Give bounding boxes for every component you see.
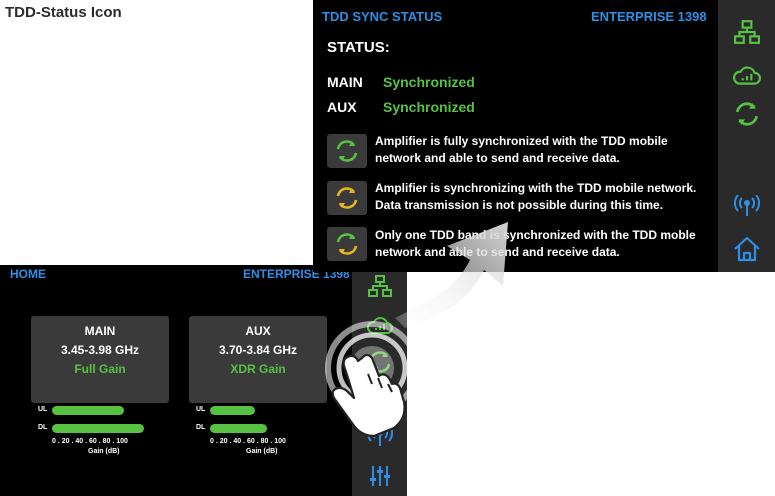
legend-line: Only one TDD band is synchronized with t… — [375, 228, 696, 242]
home-title: HOME — [10, 267, 46, 281]
main-band-card[interactable]: MAIN 3.45-3.98 GHz Full Gain — [31, 316, 169, 403]
legend-description: Amplifier is fully synchronized with the… — [375, 133, 715, 167]
dl-label: DL — [196, 424, 206, 431]
sync-ok-icon-box — [327, 134, 367, 168]
legend-description: Only one TDD band is synchronized with t… — [375, 227, 715, 261]
sliders-icon[interactable] — [369, 465, 391, 487]
partial-sync-icon — [336, 233, 358, 255]
network-icon[interactable] — [367, 275, 392, 297]
status-key-aux: AUX — [327, 99, 357, 115]
band-name: AUX — [245, 324, 271, 338]
ul-label: UL — [38, 406, 48, 413]
status-value-main: Synchronized — [383, 74, 475, 90]
band-frequency: 3.45-3.98 GHz — [60, 343, 140, 357]
antenna-icon[interactable] — [733, 195, 760, 217]
aux-band-card[interactable]: AUX 3.70-3.84 GHz XDR Gain — [189, 316, 327, 403]
gain-unit: Gain (dB) — [246, 448, 278, 455]
tdd-sync-screen: TDD SYNC STATUS ENTERPRISE 1398 STATUS: … — [313, 0, 775, 272]
home-icon[interactable] — [733, 236, 761, 262]
band-gain: XDR Gain — [230, 362, 286, 376]
legend-line: Data transmission is not possible during… — [375, 198, 664, 212]
dl-gain-bar — [210, 424, 267, 433]
syncing-icon-box — [327, 181, 367, 215]
ul-gain-bar — [210, 406, 255, 415]
legend-description: Amplifier is synchronizing with the TDD … — [375, 180, 715, 214]
network-icon[interactable] — [733, 20, 760, 44]
legend-line: network and able to send and receive dat… — [375, 151, 620, 165]
gain-scale: 0 . 20 . 40 . 60 . 80 . 100 — [210, 438, 286, 445]
device-name: ENTERPRISE 1398 — [591, 9, 707, 24]
sync-icon[interactable] — [733, 100, 761, 128]
partial-sync-icon-box — [327, 227, 367, 261]
legend-line: network and able to send and receive dat… — [375, 245, 620, 259]
gain-unit: Gain (dB) — [88, 448, 120, 455]
page-title: TDD-Status Icon — [5, 4, 122, 21]
cloud-signal-icon[interactable] — [732, 64, 761, 86]
tap-gesture-icon — [325, 321, 412, 438]
legend-line: Amplifier is synchronizing with the TDD … — [375, 181, 697, 195]
status-key-main: MAIN — [327, 74, 363, 90]
ul-label: UL — [196, 406, 206, 413]
syncing-icon — [336, 187, 358, 209]
gain-scale: 0 . 20 . 40 . 60 . 80 . 100 — [52, 438, 128, 445]
home-header: HOME ENTERPRISE 1398 — [0, 265, 352, 283]
status-value-aux: Synchronized — [383, 99, 475, 115]
status-heading: STATUS: — [327, 39, 390, 56]
ul-gain-bar — [52, 406, 124, 415]
dl-label: DL — [38, 424, 48, 431]
dl-gain-bar — [52, 424, 144, 433]
band-frequency: 3.70-3.84 GHz — [218, 343, 298, 357]
tdd-title: TDD SYNC STATUS — [322, 9, 443, 24]
tdd-sidebar — [718, 0, 775, 272]
legend-line: Amplifier is fully synchronized with the… — [375, 134, 668, 148]
band-name: MAIN — [84, 324, 116, 338]
band-gain: Full Gain — [74, 362, 126, 376]
sync-ok-icon — [336, 140, 358, 162]
